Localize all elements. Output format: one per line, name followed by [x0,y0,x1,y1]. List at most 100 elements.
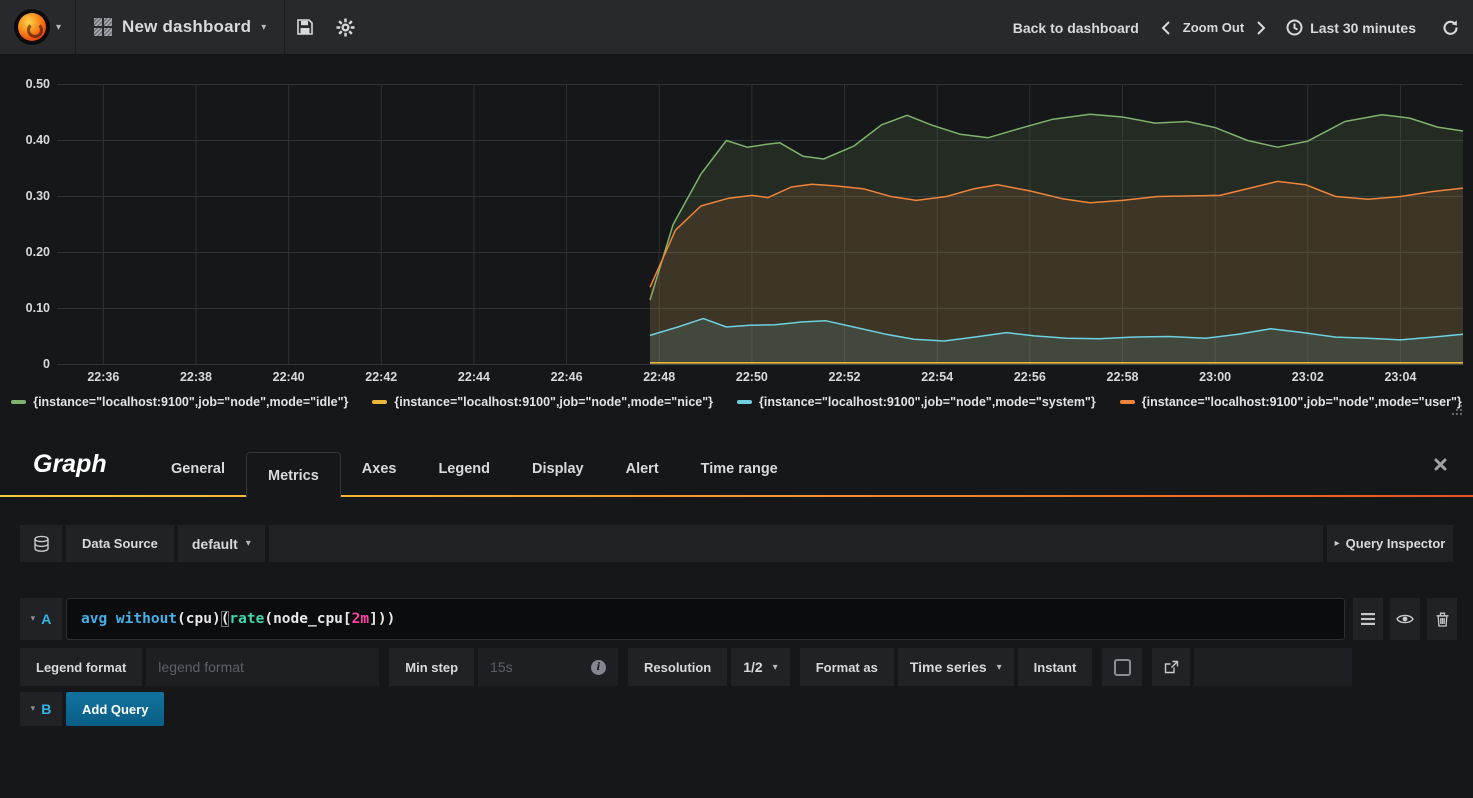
tab-general[interactable]: General [150,440,246,497]
query-options-row: Legend format legend format Min step 15s… [20,648,1352,686]
datasource-row-filler [268,525,1323,562]
x-axis-tick-label: 22:38 [179,370,212,384]
x-axis-tick-label: 23:02 [1291,370,1324,384]
chevron-down-icon: ▾ [55,21,62,33]
close-editor-button[interactable] [1434,458,1447,476]
legend-series-label: {instance="localhost:9100",job="node",mo… [33,395,349,409]
x-axis-tick-label: 22:42 [365,370,398,384]
query-a-delete-button[interactable] [1427,598,1457,640]
clock-icon [1286,19,1303,36]
trash-icon [1436,612,1448,627]
query-token-duration: 2m [351,611,370,627]
close-icon [1434,458,1447,471]
query-b-letter: B [41,701,52,717]
legend-series-color-icon [372,400,388,404]
tab-display[interactable]: Display [511,440,605,497]
legend-series-color-icon [11,400,27,404]
dashboard-title-menu[interactable]: New dashboard ▾ [76,0,286,54]
tab-time-range[interactable]: Time range [680,440,799,497]
x-axis-tick-label: 22:46 [550,370,583,384]
legend-item[interactable]: {instance="localhost:9100",job="node",mo… [372,395,713,409]
resolution-label: Resolution [628,648,728,686]
query-token-function: rate [229,611,265,627]
panel-type-title: Graph [33,450,107,478]
instant-checkbox[interactable] [1102,648,1143,686]
query-a-menu-button[interactable] [1353,598,1383,640]
query-inspector-button[interactable]: ▸ Query Inspector [1327,525,1453,562]
checkbox-unchecked-icon [1113,658,1131,676]
legend-item[interactable]: {instance="localhost:9100",job="node",mo… [737,395,1096,409]
tab-legend[interactable]: Legend [417,440,511,497]
y-axis-tick-label: 0.30 [25,189,50,203]
query-row-a: ▾ A avg without (cpu) (rate (node_cpu[2m])… [20,598,1457,640]
eye-icon [1396,614,1414,624]
chevron-left-icon [1161,20,1170,35]
save-icon [297,19,314,35]
grafana-logo-icon [13,9,50,45]
legend-series-label: {instance="localhost:9100",job="node",mo… [1141,395,1462,409]
legend-series-label: {instance="localhost:9100",job="node",mo… [759,395,1096,409]
zoom-out-button[interactable]: Zoom Out [1183,20,1244,35]
time-range-label: Last 30 minutes [1310,19,1416,36]
query-b-collapse-button[interactable]: ▾ B [20,692,62,726]
panel-editor: Graph General Metrics Axes Legend Displa… [0,440,1473,798]
min-step-label: Min step [389,648,475,686]
share-query-button[interactable] [1152,648,1191,686]
navbar: ▾ New dashboard ▾ Back to dashboard Zoom… [0,0,1473,55]
y-axis-tick-label: 0.50 [25,77,50,91]
info-icon: i [591,659,607,675]
format-as-select[interactable]: Time series ▾ [897,648,1014,686]
graph-plot[interactable] [57,84,1463,365]
datasource-label: Data Source [66,525,174,562]
graph-panel: 0 0.10 0.20 0.30 0.40 0.50 22:36 22:38 22:40 22:… [8,62,1465,424]
x-axis-tick-label: 23:04 [1384,370,1417,384]
query-a-toggle-visibility-button[interactable] [1390,598,1420,640]
refresh-icon [1443,20,1458,35]
legend-series-color-icon [737,400,753,404]
min-step-placeholder: 15s [490,659,513,675]
query-a-letter: A [41,611,52,627]
dashboard-title: New dashboard [122,17,252,36]
menu-icon [1361,613,1375,625]
query-token-plain: (cpu) [177,611,221,627]
tab-metrics[interactable]: Metrics [246,452,341,498]
format-as-label: Format as [799,648,894,686]
refresh-button[interactable] [1442,19,1459,36]
x-axis-tick-label: 22:36 [87,370,120,384]
tab-axes[interactable]: Axes [341,440,418,497]
x-axis-tick-label: 22:54 [921,370,954,384]
tab-alert[interactable]: Alert [605,440,680,497]
time-shift-right-button[interactable] [1256,20,1266,35]
chevron-down-icon: ▾ [30,614,36,624]
datasource-select[interactable]: default ▾ [177,525,265,562]
chevron-down-icon: ▾ [30,704,36,714]
datasource-row: Data Source default ▾ ▸ Query Inspector [20,525,1453,562]
external-link-icon [1164,660,1178,674]
min-step-input[interactable]: 15s i [478,648,619,686]
legend-format-label: Legend format [20,648,143,686]
legend-format-input[interactable]: legend format [146,648,380,686]
y-axis-tick-label: 0.20 [25,245,50,259]
time-shift-left-button[interactable] [1161,20,1171,35]
legend-item[interactable]: {instance="localhost:9100",job="node",mo… [1119,395,1462,409]
x-axis-tick-label: 22:48 [643,370,676,384]
query-row-b: ▾ B Add Query [20,692,165,726]
query-token-keyword: avg without [81,611,178,627]
add-query-button[interactable]: Add Query [66,692,165,726]
x-axis-tick-label: 22:52 [828,370,861,384]
chevron-down-icon: ▾ [772,661,778,673]
query-a-expression-input[interactable]: avg without (cpu) (rate (node_cpu[2m])) [66,598,1345,640]
dashboard-settings-button[interactable] [325,0,365,54]
query-a-collapse-button[interactable]: ▾ A [20,598,62,640]
resolution-select[interactable]: 1/2 ▾ [731,648,790,686]
legend-item[interactable]: {instance="localhost:9100",job="node",mo… [11,395,348,409]
panel-resize-handle[interactable] [1452,404,1463,415]
save-dashboard-button[interactable] [285,0,325,54]
grafana-logo-button[interactable]: ▾ [0,0,76,54]
chevron-right-icon [1257,20,1266,35]
database-icon [33,535,49,552]
back-to-dashboard-button[interactable]: Back to dashboard [1013,20,1139,36]
triangle-right-icon: ▸ [1334,538,1340,549]
query-token-paren-match: ( [220,611,230,627]
time-range-picker[interactable]: Last 30 minutes [1286,19,1416,36]
